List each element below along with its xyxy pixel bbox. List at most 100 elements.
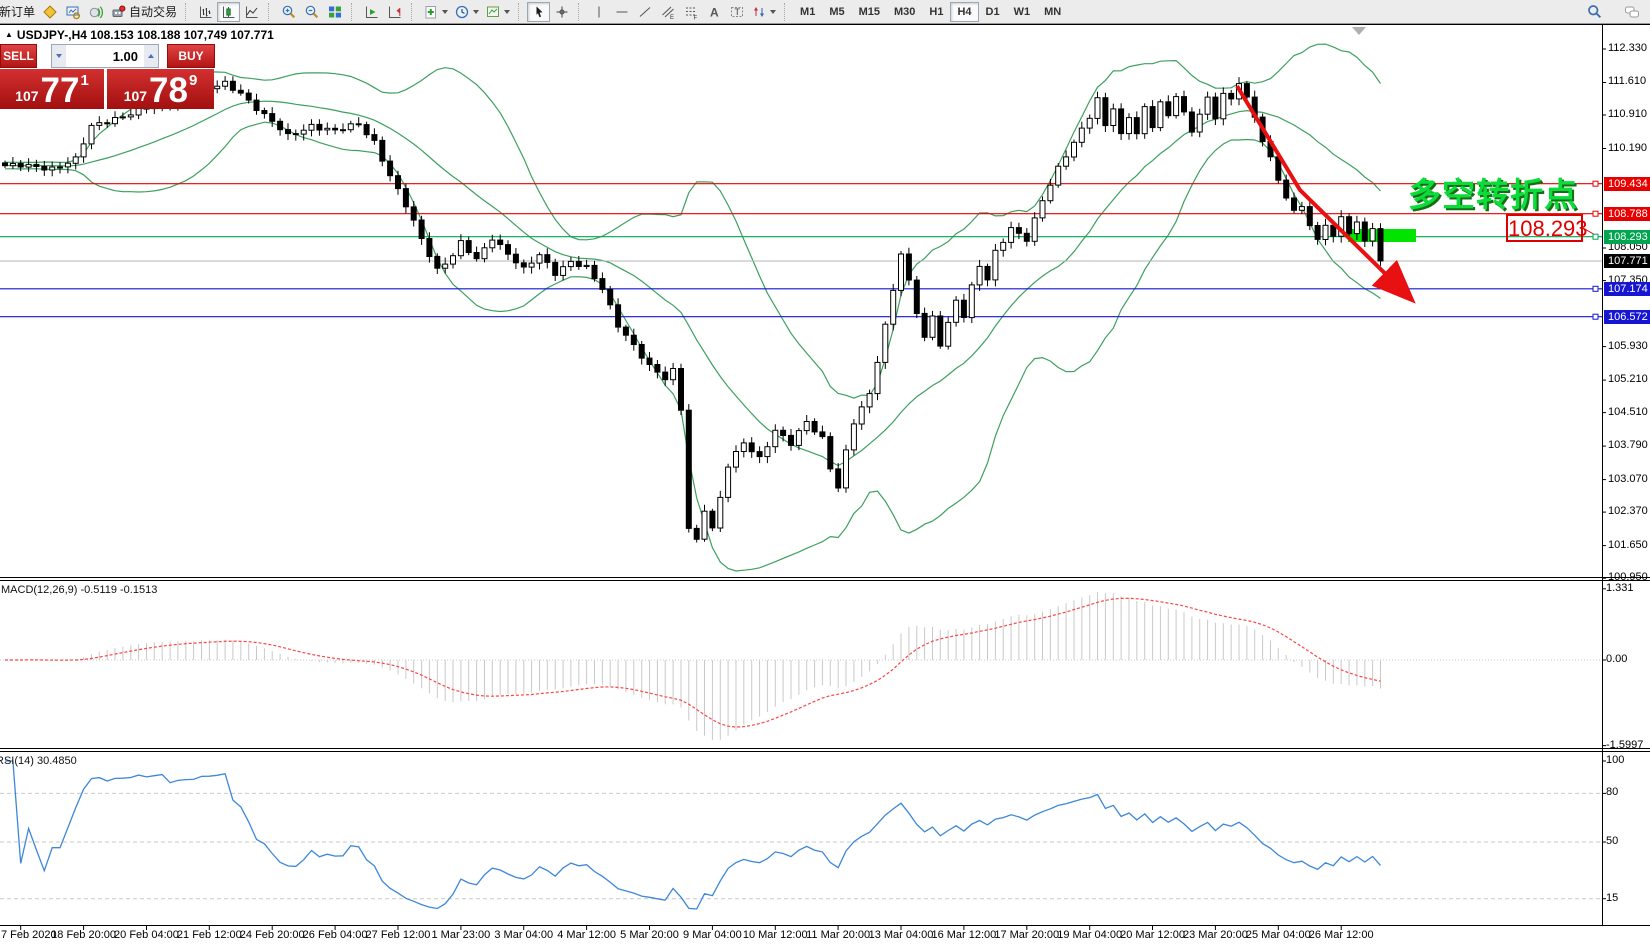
triangle-down-icon (56, 54, 62, 58)
toolbar-separator (784, 3, 791, 21)
macd-pane (0, 592, 1602, 740)
zoom-in-icon (281, 4, 297, 20)
toolbar-separator (268, 3, 275, 21)
new-chart-icon (42, 4, 58, 20)
profiles-icon (65, 4, 81, 20)
volume-stepper (51, 44, 159, 68)
triangle-up-icon (148, 54, 154, 58)
zoom-in-button[interactable] (277, 2, 300, 22)
search-button[interactable] (1583, 2, 1606, 22)
chat-button[interactable] (1620, 2, 1644, 22)
text-button[interactable]: A (702, 2, 725, 22)
text-label-button[interactable]: T (725, 2, 748, 22)
terminal-window: 新订单 自动交易 (0, 0, 1650, 950)
horizontal-line-button[interactable] (610, 2, 633, 22)
chart-shift-marker (1352, 27, 1366, 35)
chart-title: ▲ USDJPY-,H4 108.153 108.188 107,749 107.… (5, 28, 274, 42)
fibonacci-button[interactable]: F (679, 2, 702, 22)
timeframe-h1-button[interactable]: H1 (922, 2, 950, 22)
chevron-down-icon (770, 10, 776, 14)
macd-indicator-label: MACD(12,26,9) -0.5119 -0.1513 (1, 584, 157, 596)
crosshair-button[interactable] (550, 2, 573, 22)
toolbar-separator (411, 3, 418, 21)
volume-increase-button[interactable] (144, 45, 158, 67)
sell-price-sup: 1 (80, 72, 88, 89)
buy-button[interactable]: BUY (167, 44, 215, 68)
chart-title-text: USDJPY-,H4 108.153 108.188 107,749 107.7… (17, 28, 274, 42)
toolbar-right-group (1583, 2, 1650, 22)
new-order-button[interactable]: 新订单 (0, 2, 38, 22)
sell-button[interactable]: SELL (0, 44, 37, 68)
timeframe-mn-button[interactable]: MN (1037, 2, 1068, 22)
timeframe-m1-button[interactable]: M1 (793, 2, 822, 22)
buy-price-display[interactable]: 107789 (107, 69, 214, 109)
rsi-pane (0, 761, 1602, 909)
periods-button[interactable] (451, 2, 482, 22)
buy-price-sup: 9 (189, 72, 197, 89)
main-toolbar: 新订单 自动交易 (0, 0, 1650, 24)
svg-text:A: A (710, 5, 719, 19)
trade-controls-row: SELL BUY (0, 44, 215, 68)
candlestick-chart-button[interactable] (217, 2, 240, 22)
search-icon (1586, 3, 1603, 20)
toolbar-separator (578, 3, 585, 21)
timeframe-h4-button[interactable]: H4 (950, 2, 978, 22)
vertical-line-button[interactable] (587, 2, 610, 22)
strategy-tester-button[interactable] (84, 2, 107, 22)
toolbar-separator (518, 3, 525, 21)
sell-price-display[interactable]: 107771 (0, 69, 104, 109)
line-chart-button[interactable] (240, 2, 263, 22)
chart-icon: ▲ (5, 30, 13, 39)
svg-text:F: F (693, 15, 697, 20)
text-label-icon: T (729, 4, 745, 20)
zoom-out-button[interactable] (300, 2, 323, 22)
chart-shift-icon (387, 4, 403, 20)
cursor-icon (531, 4, 547, 20)
line-chart-icon (244, 4, 260, 20)
bar-chart-icon (198, 4, 214, 20)
volume-decrease-button[interactable] (52, 45, 66, 67)
cursor-button[interactable] (527, 2, 550, 22)
timeframe-w1-button[interactable]: W1 (1007, 2, 1038, 22)
auto-trading-button[interactable]: 自动交易 (107, 2, 180, 22)
timeframe-group: M1M5M15M30H1H4D1W1MN (793, 2, 1068, 22)
vertical-line-icon (591, 4, 607, 20)
sell-price-prefix: 107 (15, 89, 38, 107)
timeframe-m30-button[interactable]: M30 (887, 2, 922, 22)
chart-canvas[interactable] (0, 0, 1650, 950)
price-annotation-box: 108.293 (1506, 214, 1583, 242)
arrows-button[interactable] (748, 2, 779, 22)
timeframe-m15-button[interactable]: M15 (852, 2, 887, 22)
tile-windows-button[interactable] (323, 2, 346, 22)
auto-scroll-icon (364, 4, 380, 20)
toolbar-separator (351, 3, 358, 21)
trendline-button[interactable] (633, 2, 656, 22)
bar-chart-button[interactable] (194, 2, 217, 22)
buy-price-big: 78 (149, 75, 188, 107)
equidistant-channel-button[interactable]: E (656, 2, 679, 22)
auto-scroll-button[interactable] (360, 2, 383, 22)
profiles-button[interactable] (61, 2, 84, 22)
zoom-out-icon (304, 4, 320, 20)
periods-icon (454, 4, 470, 20)
new-chart-button[interactable] (38, 2, 61, 22)
timeframe-d1-button[interactable]: D1 (979, 2, 1007, 22)
timeframe-m5-button[interactable]: M5 (822, 2, 851, 22)
svg-text:E: E (670, 15, 674, 20)
bollinger-bands (5, 44, 1381, 571)
line-anchor (1593, 234, 1598, 239)
strategy-tester-icon (88, 4, 104, 20)
line-anchor (1593, 286, 1598, 291)
text-icon: A (706, 4, 722, 20)
templates-button[interactable] (482, 2, 513, 22)
indicators-button[interactable] (420, 2, 451, 22)
axis-ticks (21, 49, 1606, 930)
trade-prices-row: 107771 107789 (0, 69, 215, 109)
chart-shift-button[interactable] (383, 2, 406, 22)
chevron-down-icon (473, 10, 479, 14)
new-order-label: 新订单 (0, 3, 35, 20)
rsi-indicator-label: RSI(14) 30.4850 (0, 755, 77, 767)
volume-input[interactable] (66, 45, 144, 67)
line-anchor (1593, 314, 1598, 319)
candlestick-chart-icon (221, 4, 237, 20)
